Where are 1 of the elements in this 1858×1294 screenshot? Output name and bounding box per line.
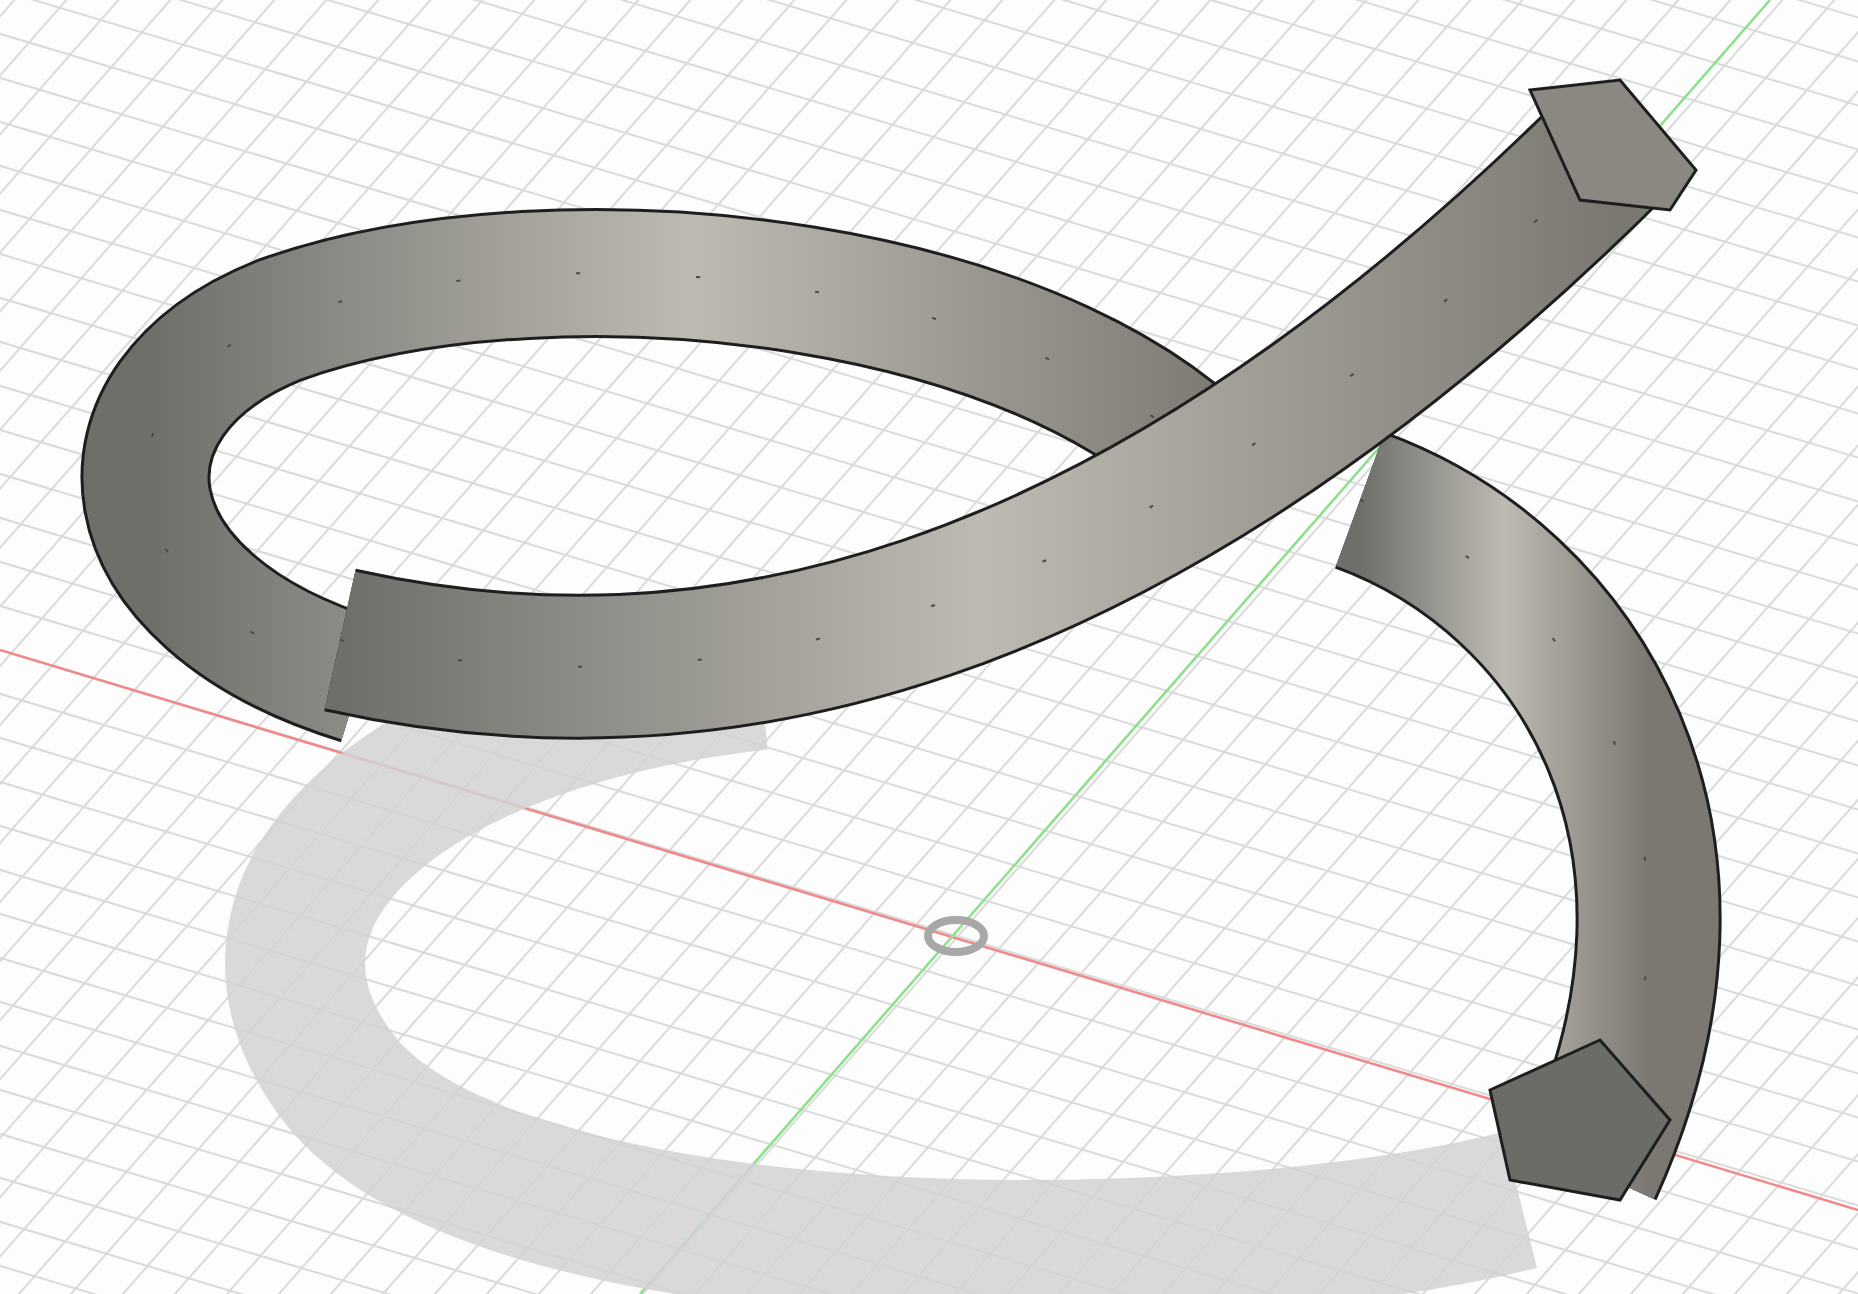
origin-icon bbox=[924, 916, 988, 956]
